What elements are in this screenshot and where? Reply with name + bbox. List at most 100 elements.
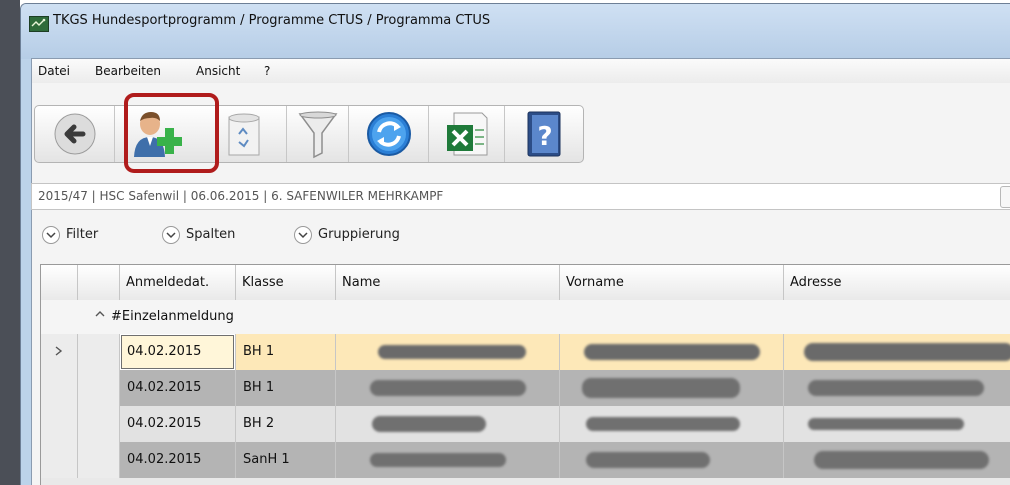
klasse-cell[interactable]: SanH 1 (236, 442, 336, 478)
date-value: 04.02.2015 (127, 452, 202, 467)
columns-label: Spalten (186, 227, 236, 242)
columns-toggle[interactable]: Spalten (162, 224, 262, 248)
klasse-cell[interactable]: BH 1 (236, 370, 336, 406)
window-title: TKGS Hundesportprogramm / Programme CTUS… (53, 13, 491, 28)
klasse-cell[interactable]: BH 2 (236, 406, 336, 442)
redacted-text (584, 344, 760, 360)
date-value: 04.02.2015 (127, 344, 202, 359)
adresse-cell[interactable] (784, 370, 1010, 406)
svg-text:?: ? (537, 122, 552, 152)
filter-bar: Filter Spalten Gruppierung (32, 224, 1010, 250)
date-cell[interactable]: 04.02.2015 (120, 370, 236, 406)
redacted-text (370, 380, 526, 396)
expand-column-header (78, 265, 120, 300)
group-row[interactable]: #Einzelanmeldung (41, 300, 1010, 335)
app-logo-icon (29, 16, 49, 32)
refresh-button[interactable] (349, 106, 429, 162)
table-row-selected[interactable]: 04.02.2015 BH 1 (41, 334, 1010, 370)
help-book-icon: ? (527, 111, 561, 157)
row-indicator-header (41, 265, 78, 300)
row-indicator-cell (41, 406, 78, 442)
adresse-cell[interactable] (784, 334, 1010, 370)
filter-button[interactable] (287, 106, 349, 162)
redacted-text (804, 343, 1010, 361)
date-cell[interactable]: 04.02.2015 (120, 406, 236, 442)
registrations-grid: Anmeldedat. Klasse Name Vorname Adresse … (40, 264, 1010, 485)
grid-header: Anmeldedat. Klasse Name Vorname Adresse (41, 265, 1010, 301)
filter-label: Filter (66, 227, 99, 242)
back-button[interactable] (35, 106, 115, 162)
refresh-icon (366, 112, 411, 156)
adresse-cell[interactable] (784, 406, 1010, 442)
back-arrow-icon (54, 113, 95, 155)
redacted-text (808, 380, 984, 396)
group-label: #Einzelanmeldung (111, 309, 234, 324)
redacted-text (370, 453, 506, 467)
grouping-toggle[interactable]: Gruppierung (294, 224, 444, 248)
vorname-cell[interactable] (560, 406, 784, 442)
date-value: 04.02.2015 (127, 416, 202, 431)
table-row[interactable]: 04.02.2015 BH 1 (41, 370, 1010, 406)
column-header-adresse[interactable]: Adresse (784, 265, 1010, 300)
main-client-area: Datei Bearbeiten Ansicht ? ? 2015/47 | H… (31, 58, 1010, 485)
excel-export-button[interactable] (429, 106, 505, 162)
menu-bar: Datei Bearbeiten Ansicht ? (32, 59, 1010, 83)
redacted-text (814, 451, 989, 469)
event-info-text: 2015/47 | HSC Safenwil | 06.06.2015 | 6.… (38, 189, 444, 203)
klasse-value: SanH 1 (243, 452, 290, 467)
name-cell[interactable] (336, 442, 560, 478)
adresse-cell[interactable] (784, 442, 1010, 478)
highlight-frame (124, 93, 219, 173)
name-cell[interactable] (336, 406, 560, 442)
column-header-name[interactable]: Name (336, 265, 560, 300)
menu-datei[interactable]: Datei (38, 64, 70, 78)
redacted-text (582, 378, 740, 398)
expand-cell (78, 334, 120, 370)
name-cell[interactable] (336, 334, 560, 370)
chevron-down-icon (162, 226, 180, 244)
row-indicator-cell (41, 334, 78, 370)
app-window: TKGS Hundesportprogramm / Programme CTUS… (20, 3, 1010, 485)
toolbar: ? (32, 83, 1010, 183)
funnel-icon (298, 111, 337, 159)
klasse-cell[interactable]: BH 1 (236, 334, 336, 370)
table-row[interactable]: 04.02.2015 BH 2 (41, 406, 1010, 442)
menu-ansicht[interactable]: Ansicht (196, 64, 240, 78)
chevron-down-icon (294, 226, 312, 244)
date-cell[interactable]: 04.02.2015 (120, 334, 236, 370)
menu-help[interactable]: ? (264, 64, 270, 78)
row-indicator-cell (41, 370, 78, 406)
event-info-button[interactable] (1000, 186, 1010, 208)
filter-toggle[interactable]: Filter (42, 224, 122, 248)
recycle-bin-icon (228, 113, 259, 156)
chevron-down-icon (42, 226, 60, 244)
chevron-up-icon[interactable] (95, 309, 105, 319)
date-cell[interactable]: 04.02.2015 (120, 442, 236, 478)
expand-cell (78, 442, 120, 478)
toolbar-button-group: ? (34, 105, 584, 163)
table-row[interactable]: 04.02.2015 SanH 1 (41, 442, 1010, 478)
klasse-value: BH 1 (243, 344, 275, 359)
klasse-value: BH 2 (243, 416, 275, 431)
vorname-cell[interactable] (560, 334, 784, 370)
date-value: 04.02.2015 (127, 380, 202, 395)
current-row-chevron-icon (55, 346, 63, 356)
help-button[interactable]: ? (505, 106, 583, 162)
vorname-cell[interactable] (560, 442, 784, 478)
redacted-text (372, 416, 486, 432)
redacted-text (586, 452, 710, 468)
vorname-cell[interactable] (560, 370, 784, 406)
klasse-value: BH 1 (243, 380, 275, 395)
column-header-vorname[interactable]: Vorname (560, 265, 784, 300)
left-window-edge (0, 0, 20, 485)
column-header-klasse[interactable]: Klasse (236, 265, 336, 300)
expand-cell (78, 406, 120, 442)
expand-cell (78, 370, 120, 406)
row-indicator-cell (41, 442, 78, 478)
column-header-date[interactable]: Anmeldedat. (120, 265, 236, 300)
grouping-label: Gruppierung (318, 227, 400, 242)
excel-icon (446, 112, 487, 156)
name-cell[interactable] (336, 370, 560, 406)
title-bar[interactable]: TKGS Hundesportprogramm / Programme CTUS… (21, 4, 1010, 59)
menu-bearbeiten[interactable]: Bearbeiten (95, 64, 161, 78)
